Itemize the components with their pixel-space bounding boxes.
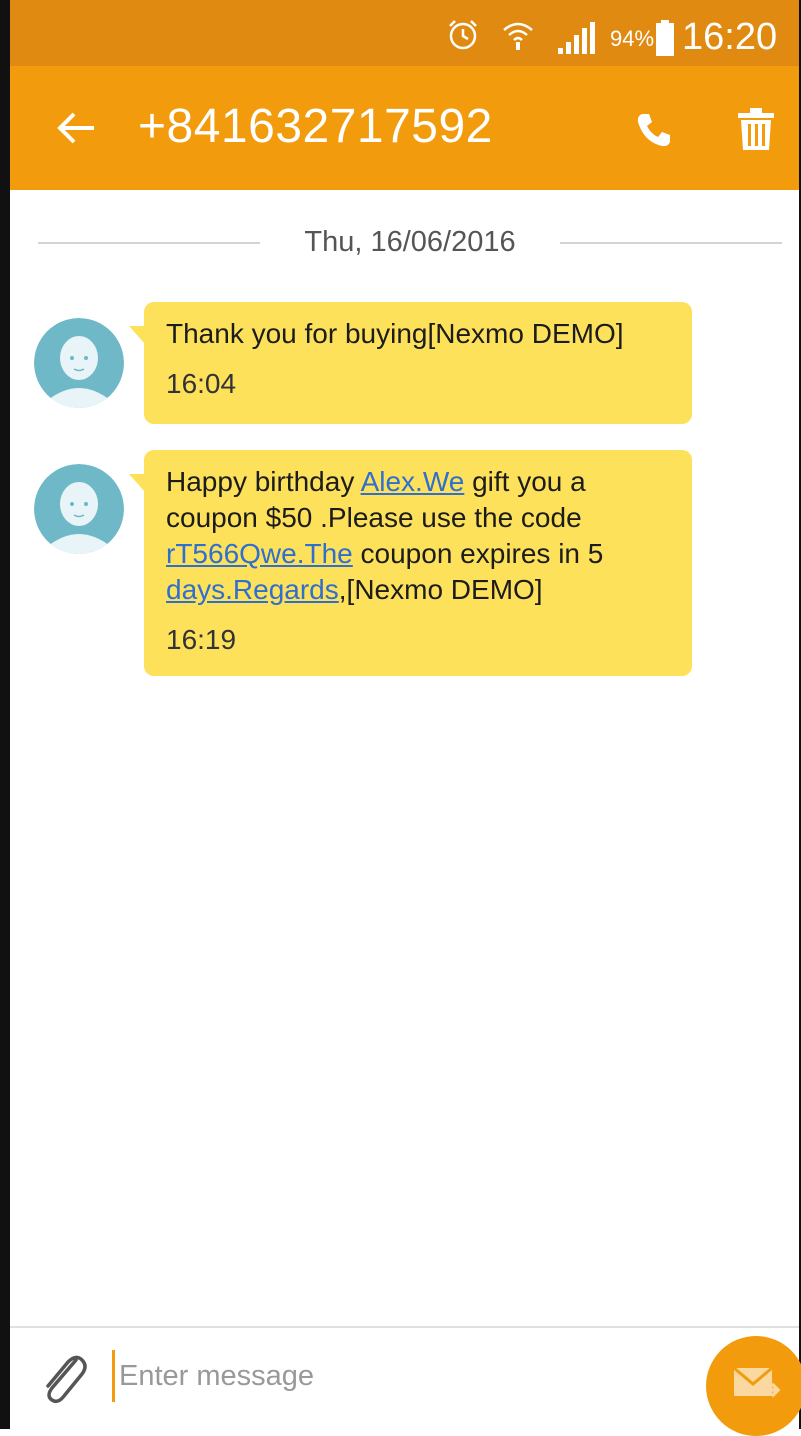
send-mail-icon — [733, 1366, 780, 1398]
contact-avatar-icon[interactable] — [34, 464, 124, 554]
link-alex-we[interactable]: Alex.We — [361, 466, 465, 497]
signal-icon — [558, 22, 595, 54]
status-time: 16:20 — [682, 16, 778, 58]
message-text: Thank you for buying[Nexmo DEMO] — [166, 318, 624, 349]
conversation-header: +841632717592 — [10, 66, 799, 190]
message-text-part: ,[Nexmo DEMO] — [338, 574, 543, 605]
link-days-regards[interactable]: days.Regards — [166, 574, 339, 605]
message-bubble[interactable]: Happy birthday Alex.We gift you a coupon… — [129, 450, 692, 676]
back-arrow-icon[interactable] — [54, 106, 98, 150]
message-bubble[interactable]: Thank you for buying[Nexmo DEMO] 16:04 — [129, 302, 692, 424]
date-divider: Thu, 16/06/2016 — [38, 222, 782, 262]
battery-icon — [656, 20, 674, 56]
trash-icon[interactable] — [736, 108, 776, 150]
status-bar: 94% 16:20 — [10, 0, 799, 66]
message-time: 16:04 — [166, 368, 237, 399]
message-text: Happy birthday Alex.We gift you a coupon… — [166, 466, 603, 605]
send-button[interactable] — [706, 1336, 801, 1436]
contact-title: +841632717592 — [138, 100, 493, 153]
contact-avatar-icon[interactable] — [34, 318, 124, 408]
link-coupon-code[interactable]: rT566Qwe.The — [166, 538, 353, 569]
message-text-part: Happy birthday — [166, 466, 361, 497]
battery-percentage: 94% — [610, 26, 655, 51]
message-time: 16:19 — [166, 624, 237, 655]
device-frame — [0, 0, 801, 1429]
message-input[interactable] — [112, 1350, 681, 1402]
phone-icon[interactable] — [634, 110, 674, 150]
message-text-part: coupon expires in 5 — [352, 538, 604, 569]
divider-line — [560, 242, 782, 244]
alarm-icon — [449, 20, 477, 50]
paperclip-icon[interactable] — [36, 1346, 88, 1406]
wifi-icon — [503, 22, 533, 50]
message-composer — [10, 1326, 801, 1436]
